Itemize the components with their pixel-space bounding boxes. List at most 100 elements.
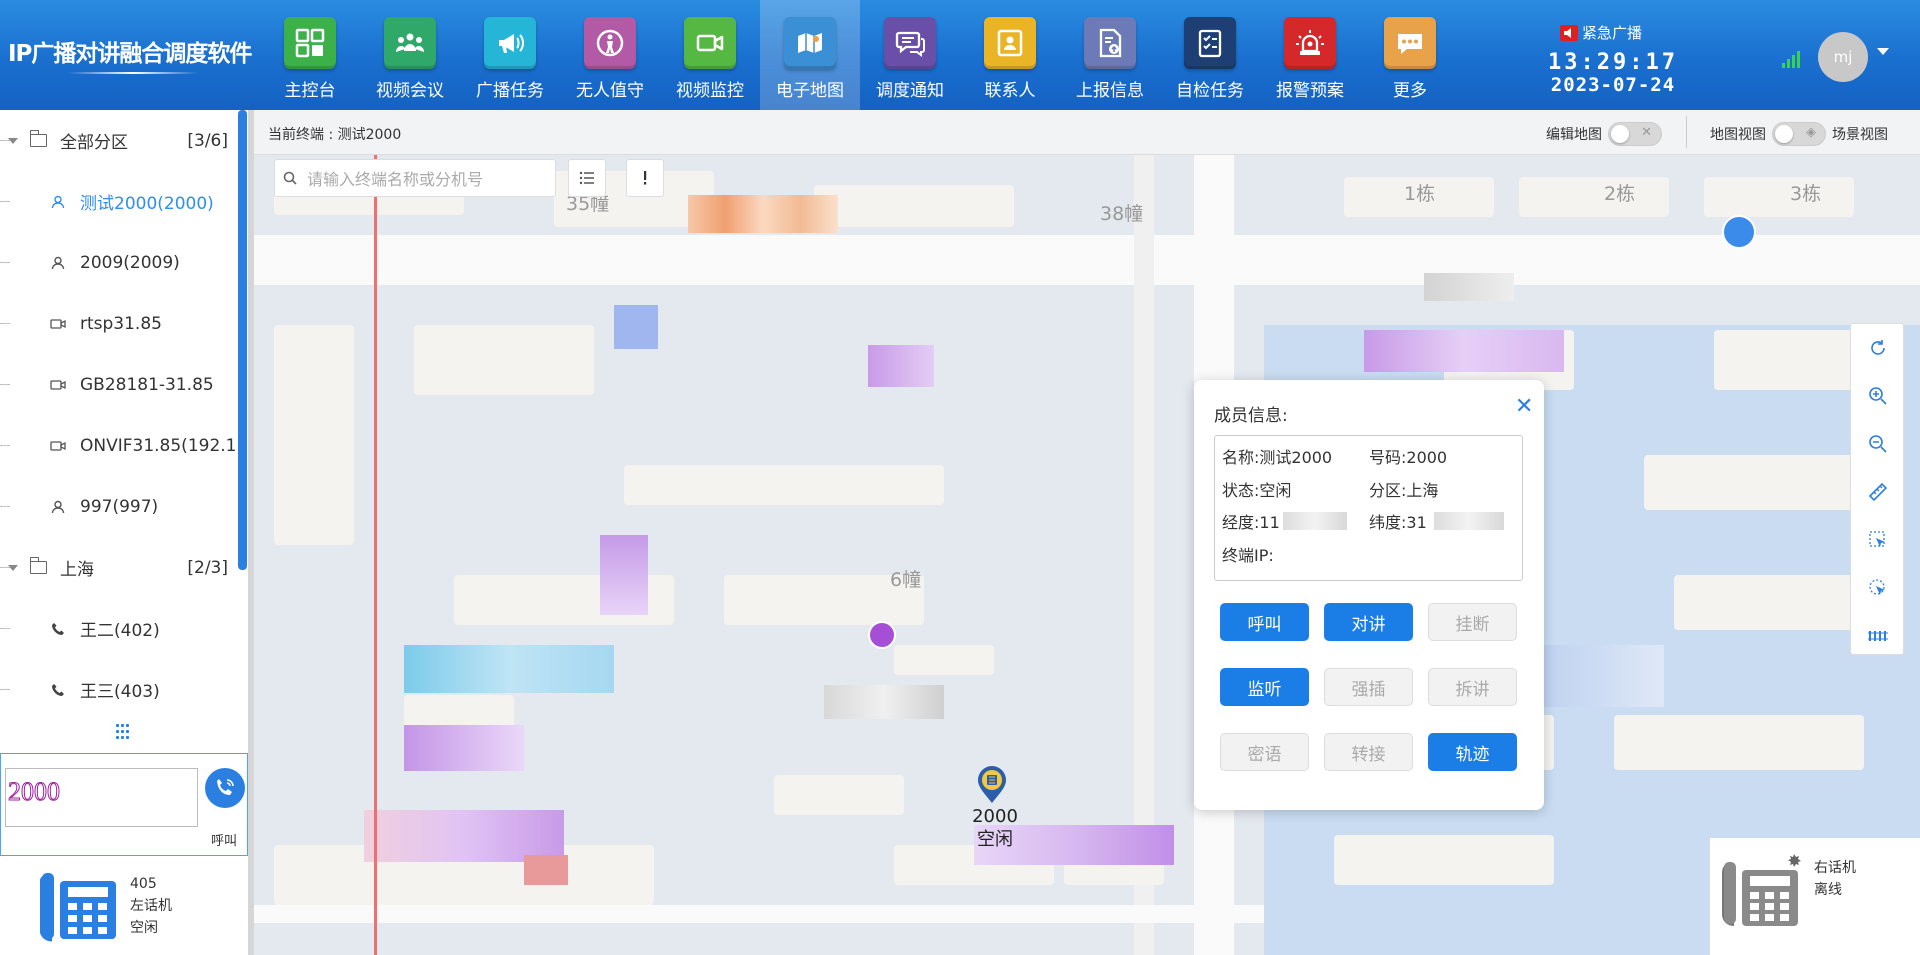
redacted-value bbox=[1283, 512, 1347, 530]
track-button[interactable]: 轨迹 bbox=[1428, 733, 1517, 771]
cube-icon: ◈ bbox=[1806, 125, 1816, 140]
camera-icon bbox=[50, 316, 66, 332]
zoom-in-icon[interactable] bbox=[1851, 372, 1905, 420]
building-label: 38幢 bbox=[1100, 203, 1144, 225]
tree-group-shanghai[interactable]: 上海 [2/3] bbox=[0, 537, 236, 598]
call-button[interactable]: 呼叫 bbox=[1220, 603, 1309, 641]
folder-icon bbox=[29, 557, 47, 574]
refresh-icon[interactable] bbox=[1851, 324, 1905, 372]
terminal-search-box[interactable]: 请输入终端名称或分机号 bbox=[274, 159, 556, 197]
edit-map-toggle[interactable]: ✕ bbox=[1608, 122, 1662, 146]
nav-item-video-meeting[interactable]: 视频会议 bbox=[360, 0, 460, 110]
hangup-button[interactable]: 挂断 bbox=[1428, 603, 1517, 641]
desk-phone-icon[interactable] bbox=[39, 867, 120, 945]
left-phone-name: 左话机 bbox=[130, 898, 172, 914]
map-block bbox=[1674, 575, 1864, 630]
tree-group-all-zones[interactable]: 全部分区 [3/6] bbox=[0, 110, 236, 171]
tree-scrollbar[interactable] bbox=[238, 110, 247, 570]
camera-icon bbox=[50, 438, 66, 454]
tracks-icon[interactable] bbox=[1851, 612, 1905, 660]
tree-item[interactable]: GB28181-31.85 bbox=[0, 354, 236, 415]
close-icon[interactable]: ✕ bbox=[1515, 394, 1533, 419]
dialpad-toggle-icon[interactable] bbox=[116, 724, 132, 740]
map-topbar: 当前终端 : 测试2000 编辑地图 ✕ 地图视图 ◈ 场景视图 bbox=[254, 110, 1920, 155]
chevron-down-icon[interactable] bbox=[8, 137, 18, 144]
search-icon bbox=[283, 171, 297, 185]
top-header: IP广播对讲融合调度软件 主控台 视频会议 广播任务 无人值守 视频监控 电子地… bbox=[0, 0, 1920, 110]
nav-item-contacts[interactable]: 联系人 bbox=[960, 0, 1060, 110]
terminal-marker-label: 2000 空闲 bbox=[950, 805, 1040, 851]
split-button[interactable]: 拆讲 bbox=[1428, 668, 1517, 706]
nav-item-more[interactable]: 更多 bbox=[1360, 0, 1460, 110]
right-phone-info: 右话机 离线 bbox=[1814, 857, 1856, 901]
nav-label: 视频会议 bbox=[376, 81, 444, 101]
map-poi-blur bbox=[1364, 330, 1564, 372]
building-label: 2栋 bbox=[1604, 183, 1636, 205]
dial-number-input[interactable]: 2000 bbox=[5, 768, 198, 827]
phone-icon bbox=[50, 621, 66, 637]
building-label: 1栋 bbox=[1404, 183, 1436, 205]
map-poi-blur bbox=[868, 345, 934, 387]
nav-item-console[interactable]: 主控台 bbox=[260, 0, 360, 110]
tree-group-label: 全部分区 bbox=[60, 133, 128, 153]
nav-item-unattended[interactable]: 无人值守 bbox=[560, 0, 660, 110]
tree-item[interactable]: 王二(402) bbox=[0, 598, 236, 659]
chevron-down-icon[interactable] bbox=[8, 564, 18, 571]
tree-connector bbox=[0, 628, 10, 629]
poi-pin-icon[interactable] bbox=[1722, 215, 1756, 249]
ruler-icon[interactable] bbox=[1851, 468, 1905, 516]
nav-item-alarm-plan[interactable]: 报警预案 bbox=[1260, 0, 1360, 110]
toggle-knob bbox=[1775, 125, 1793, 143]
map-poi-blur bbox=[524, 855, 568, 885]
intercom-button[interactable]: 对讲 bbox=[1324, 603, 1413, 641]
tree-item[interactable]: rtsp31.85 bbox=[0, 293, 236, 354]
nav-item-emap[interactable]: 电子地图 bbox=[760, 0, 860, 110]
tree-item[interactable]: 测试2000(2000) bbox=[0, 171, 236, 232]
tree-item-label: 2009(2009) bbox=[80, 252, 180, 273]
map-route-line bbox=[374, 155, 377, 955]
map-panel: 当前终端 : 测试2000 编辑地图 ✕ 地图视图 ◈ 场景视图 35幢 38幢… bbox=[254, 110, 1920, 955]
zoom-out-icon[interactable] bbox=[1851, 420, 1905, 468]
barge-in-button[interactable]: 强插 bbox=[1324, 668, 1413, 706]
map-poi-blur bbox=[824, 685, 944, 719]
map-block bbox=[1704, 177, 1854, 217]
desk-phone-icon[interactable] bbox=[1720, 850, 1804, 930]
view-mode-toggle[interactable]: ◈ bbox=[1772, 122, 1826, 146]
list-view-button[interactable] bbox=[568, 159, 606, 197]
emergency-broadcast-button[interactable]: 紧急广播 bbox=[1560, 22, 1642, 43]
box-select-icon[interactable] bbox=[1851, 516, 1905, 564]
chat-icon bbox=[884, 17, 936, 69]
tree-item-label: 王二(402) bbox=[80, 621, 160, 641]
tree-item[interactable]: ONVIF31.85(192.16 bbox=[0, 415, 236, 476]
avatar[interactable]: mj bbox=[1818, 32, 1868, 82]
unattended-icon bbox=[584, 17, 636, 69]
clock-date: 2023-07-24 bbox=[1550, 74, 1676, 97]
map-poi-blur bbox=[404, 645, 614, 693]
monitor-button[interactable]: 监听 bbox=[1220, 668, 1309, 706]
terminal-marker-icon[interactable] bbox=[974, 765, 1010, 805]
nav-item-dispatch-notice[interactable]: 调度通知 bbox=[860, 0, 960, 110]
alert-filter-button[interactable] bbox=[626, 159, 664, 197]
map-block bbox=[814, 185, 1014, 227]
tree-item-label: ONVIF31.85(192.16 bbox=[80, 435, 236, 456]
nav-item-video-monitor[interactable]: 视频监控 bbox=[660, 0, 760, 110]
transfer-button[interactable]: 转接 bbox=[1324, 733, 1413, 771]
nav-item-broadcast[interactable]: 广播任务 bbox=[460, 0, 560, 110]
divider bbox=[1686, 116, 1687, 148]
map-canvas[interactable]: 35幢 38幢 1栋 2栋 3栋 6幢 请输入终端名称或分机号 2000 空闲 … bbox=[254, 155, 1920, 955]
nav-item-self-check[interactable]: 自检任务 bbox=[1160, 0, 1260, 110]
whisper-button[interactable]: 密语 bbox=[1220, 733, 1309, 771]
chevron-down-icon[interactable] bbox=[1877, 48, 1889, 55]
nav-item-report-info[interactable]: 上报信息 bbox=[1060, 0, 1160, 110]
tree-item[interactable]: 2009(2009) bbox=[0, 232, 236, 293]
poi-pin-icon[interactable] bbox=[868, 621, 896, 649]
exclamation-icon bbox=[644, 171, 647, 185]
broadcast-icon bbox=[484, 17, 536, 69]
circle-select-icon[interactable] bbox=[1851, 564, 1905, 612]
search-input[interactable]: 请输入终端名称或分机号 bbox=[307, 166, 483, 190]
map-block bbox=[894, 645, 994, 675]
tree-item[interactable]: 997(997) bbox=[0, 476, 236, 537]
call-button[interactable] bbox=[205, 768, 245, 808]
member-info-popup: 成员信息: ✕ 名称:测试2000 号码:2000 状态:空闲 分区:上海 经度… bbox=[1194, 380, 1544, 810]
tree-item[interactable]: 王三(403) bbox=[0, 659, 236, 710]
